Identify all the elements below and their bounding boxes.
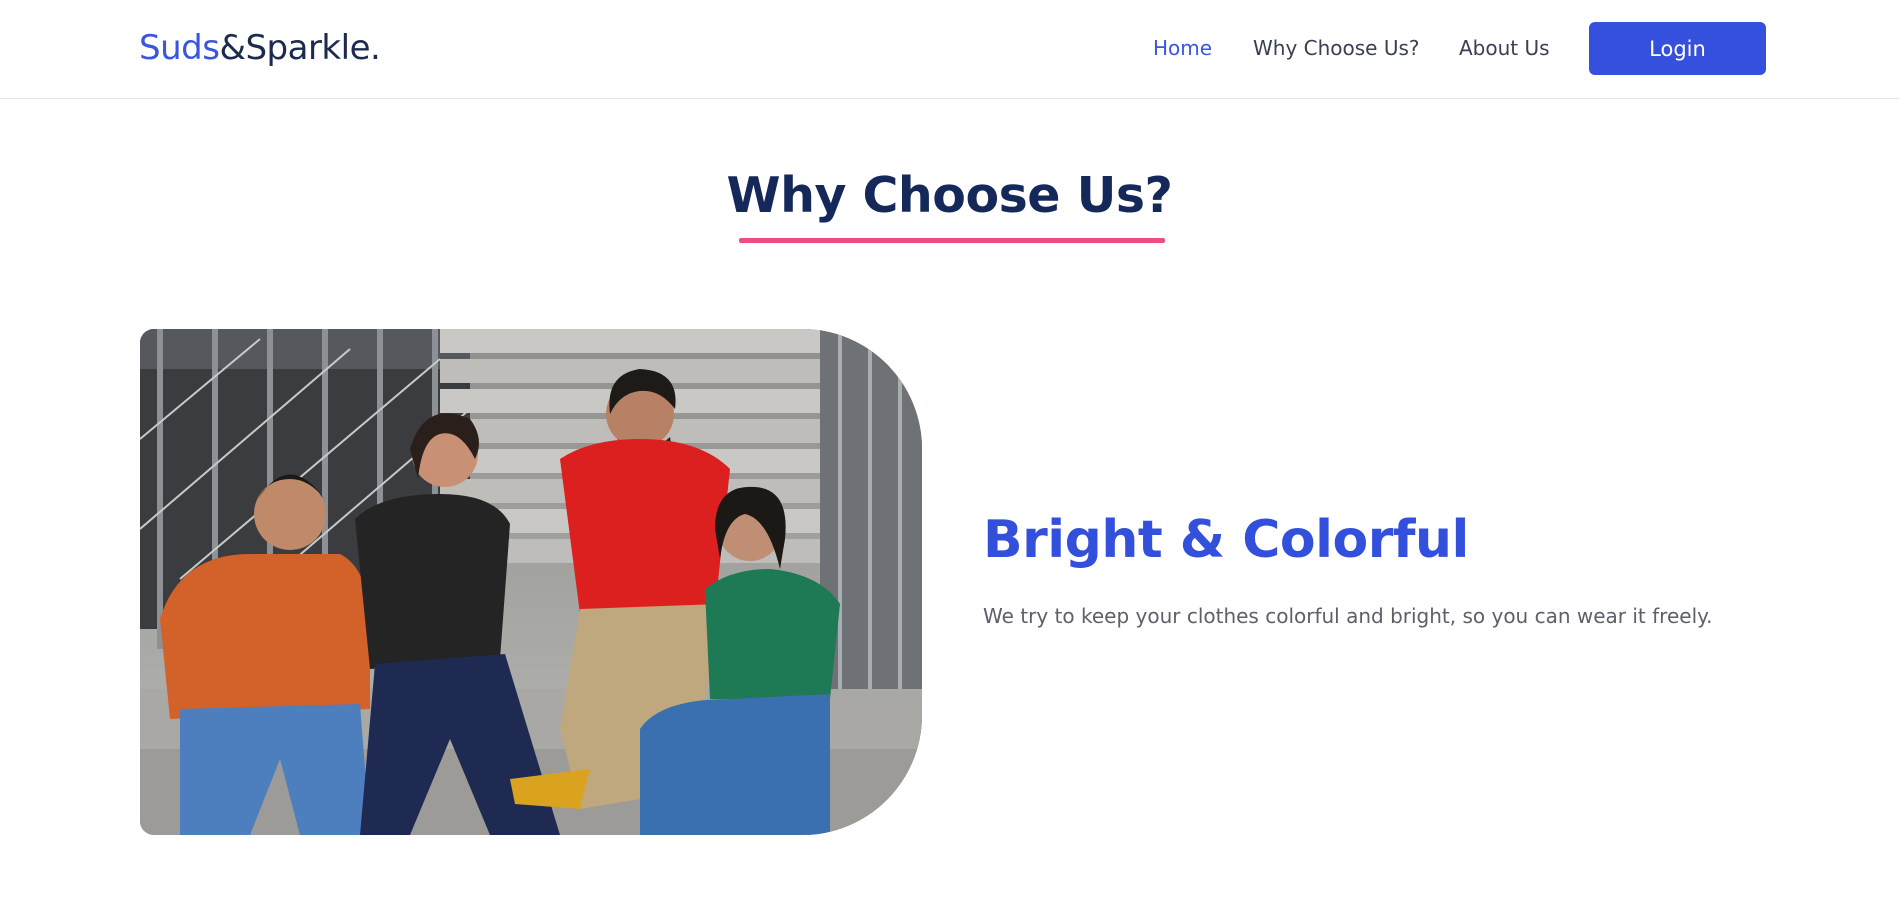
friends-photo-illustration [140, 329, 922, 835]
nav-link-home[interactable]: Home [1153, 34, 1212, 62]
feature-title: Bright & Colorful [983, 510, 1469, 570]
feature-description: We try to keep your clothes colorful and… [983, 604, 1713, 628]
login-button[interactable]: Login [1589, 22, 1766, 75]
friends-photo [140, 329, 922, 835]
brand-logo[interactable]: Suds&Sparkle. [139, 26, 381, 70]
brand-name-accent: Suds [139, 28, 220, 68]
section-title: Why Choose Us? [726, 167, 1173, 224]
nav-link-why-choose-us[interactable]: Why Choose Us? [1253, 34, 1420, 62]
brand-name-rest: &Sparkle. [219, 28, 381, 68]
nav-link-about-us[interactable]: About Us [1459, 34, 1550, 62]
title-underline [739, 238, 1165, 243]
navbar: Suds&Sparkle. Home Why Choose Us? About … [0, 0, 1899, 99]
